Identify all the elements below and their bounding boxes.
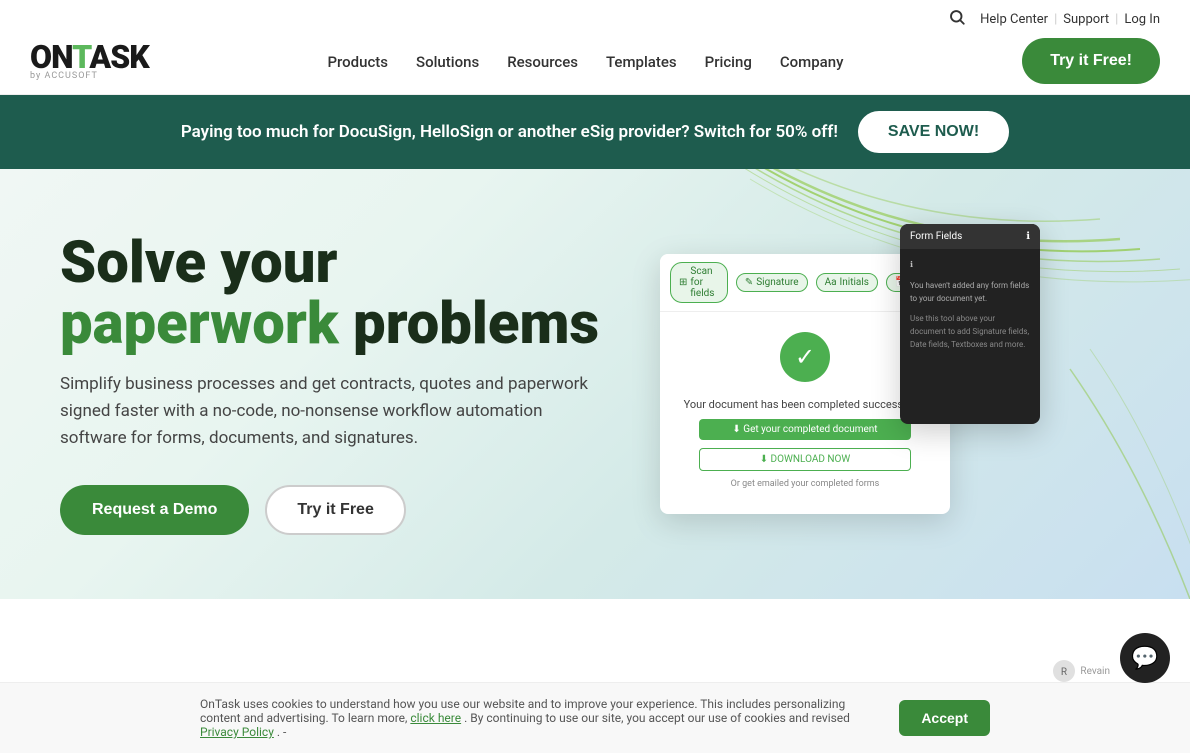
save-now-button[interactable]: SAVE NOW!: [858, 111, 1009, 153]
form-fields-label: Form Fields: [910, 231, 962, 242]
try-free-button[interactable]: Try it Free: [265, 485, 405, 535]
nav-item-solutions[interactable]: Solutions: [416, 53, 479, 71]
hero-title-green: paperwork: [60, 290, 339, 358]
mockup-side-header: Form Fields ℹ: [900, 224, 1040, 249]
toolbar-chip-scan: ⊞ Scan for fields: [670, 262, 728, 303]
secondary-text: Or get emailed your completed forms: [731, 479, 880, 489]
support-link[interactable]: Support: [1063, 12, 1109, 27]
utility-bar: Help Center | Support | Log In: [0, 0, 1190, 38]
initials-icon: Aa: [825, 277, 837, 288]
hero-title: Solve your paperwork problems: [60, 233, 660, 355]
info-icon: ℹ: [1026, 231, 1030, 242]
toolbar-chip-label: Scan for fields: [690, 266, 718, 299]
hero-title-rest: problems: [339, 290, 600, 358]
promo-banner: Paying too much for DocuSign, HelloSign …: [0, 95, 1190, 169]
hero-buttons: Request a Demo Try it Free: [60, 485, 660, 535]
success-checkmark: ✓: [780, 332, 830, 382]
chat-icon: 💬: [1131, 646, 1158, 671]
revain-label: Revain: [1080, 666, 1110, 677]
separator: |: [1115, 12, 1118, 27]
svg-text:R: R: [1061, 667, 1067, 678]
hero-subtitle: Simplify business processes and get cont…: [60, 371, 610, 453]
cookie-message2: . By continuing to use our site, you acc…: [464, 711, 850, 725]
download-button[interactable]: ⬇ Get your completed document: [699, 419, 912, 440]
cookie-message3: . -: [277, 725, 286, 739]
login-link[interactable]: Log In: [1124, 12, 1160, 27]
accept-cookie-button[interactable]: Accept: [899, 700, 990, 736]
success-message: Your document has been completed success…: [684, 398, 927, 411]
toolbar-chip-label: Initials: [840, 277, 869, 288]
mockup-side-panel: Form Fields ℹ ℹ You haven't added any fo…: [900, 224, 1040, 424]
download-label: Get your completed document: [743, 424, 877, 435]
secondary-download-button[interactable]: ⬇ DOWNLOAD NOW: [699, 448, 912, 471]
revain-icon: R: [1052, 659, 1076, 683]
nav-item-pricing[interactable]: Pricing: [705, 53, 752, 71]
signature-icon: ✎: [745, 277, 753, 288]
chat-widget[interactable]: 💬: [1120, 633, 1170, 683]
toolbar-chip-label: Signature: [756, 277, 798, 288]
request-demo-button[interactable]: Request a Demo: [60, 485, 249, 535]
nav-item-templates[interactable]: Templates: [606, 53, 677, 71]
mockup-side-body: ℹ You haven't added any form fields to y…: [900, 249, 1040, 362]
search-icon[interactable]: [948, 8, 966, 30]
nav-links: Products Solutions Resources Templates P…: [327, 52, 843, 71]
separator: |: [1054, 12, 1057, 27]
download-icon: ⬇: [732, 424, 740, 435]
cookie-banner: OnTask uses cookies to understand how yo…: [0, 682, 1190, 753]
cookie-link[interactable]: click here: [410, 711, 461, 725]
nav-item-products[interactable]: Products: [327, 53, 388, 71]
privacy-policy-link[interactable]: Privacy Policy: [200, 725, 274, 739]
hero-section: Solve your paperwork problems Simplify b…: [0, 169, 1190, 599]
hero-title-line1: Solve your: [60, 229, 337, 297]
logo[interactable]: ONTASK by ACCUSOFT: [30, 41, 149, 81]
help-center-link[interactable]: Help Center: [980, 12, 1048, 27]
revain-widget: R Revain: [1052, 659, 1110, 683]
cookie-text: OnTask uses cookies to understand how yo…: [200, 697, 869, 739]
banner-text: Paying too much for DocuSign, HelloSign …: [181, 122, 838, 142]
toolbar-chip-initials: Aa Initials: [816, 273, 878, 292]
navbar: ONTASK by ACCUSOFT Products Solutions Re…: [0, 38, 1190, 95]
hero-mockup: ⊞ Scan for fields ✎ Signature Aa Initial…: [660, 224, 1040, 544]
nav-cta-button[interactable]: Try it Free!: [1022, 38, 1160, 84]
nav-item-company[interactable]: Company: [780, 53, 844, 71]
hero-content: Solve your paperwork problems Simplify b…: [60, 233, 660, 534]
toolbar-chip-signature: ✎ Signature: [736, 273, 808, 292]
scan-icon: ⊞: [679, 277, 687, 288]
nav-item-resources[interactable]: Resources: [507, 53, 578, 71]
